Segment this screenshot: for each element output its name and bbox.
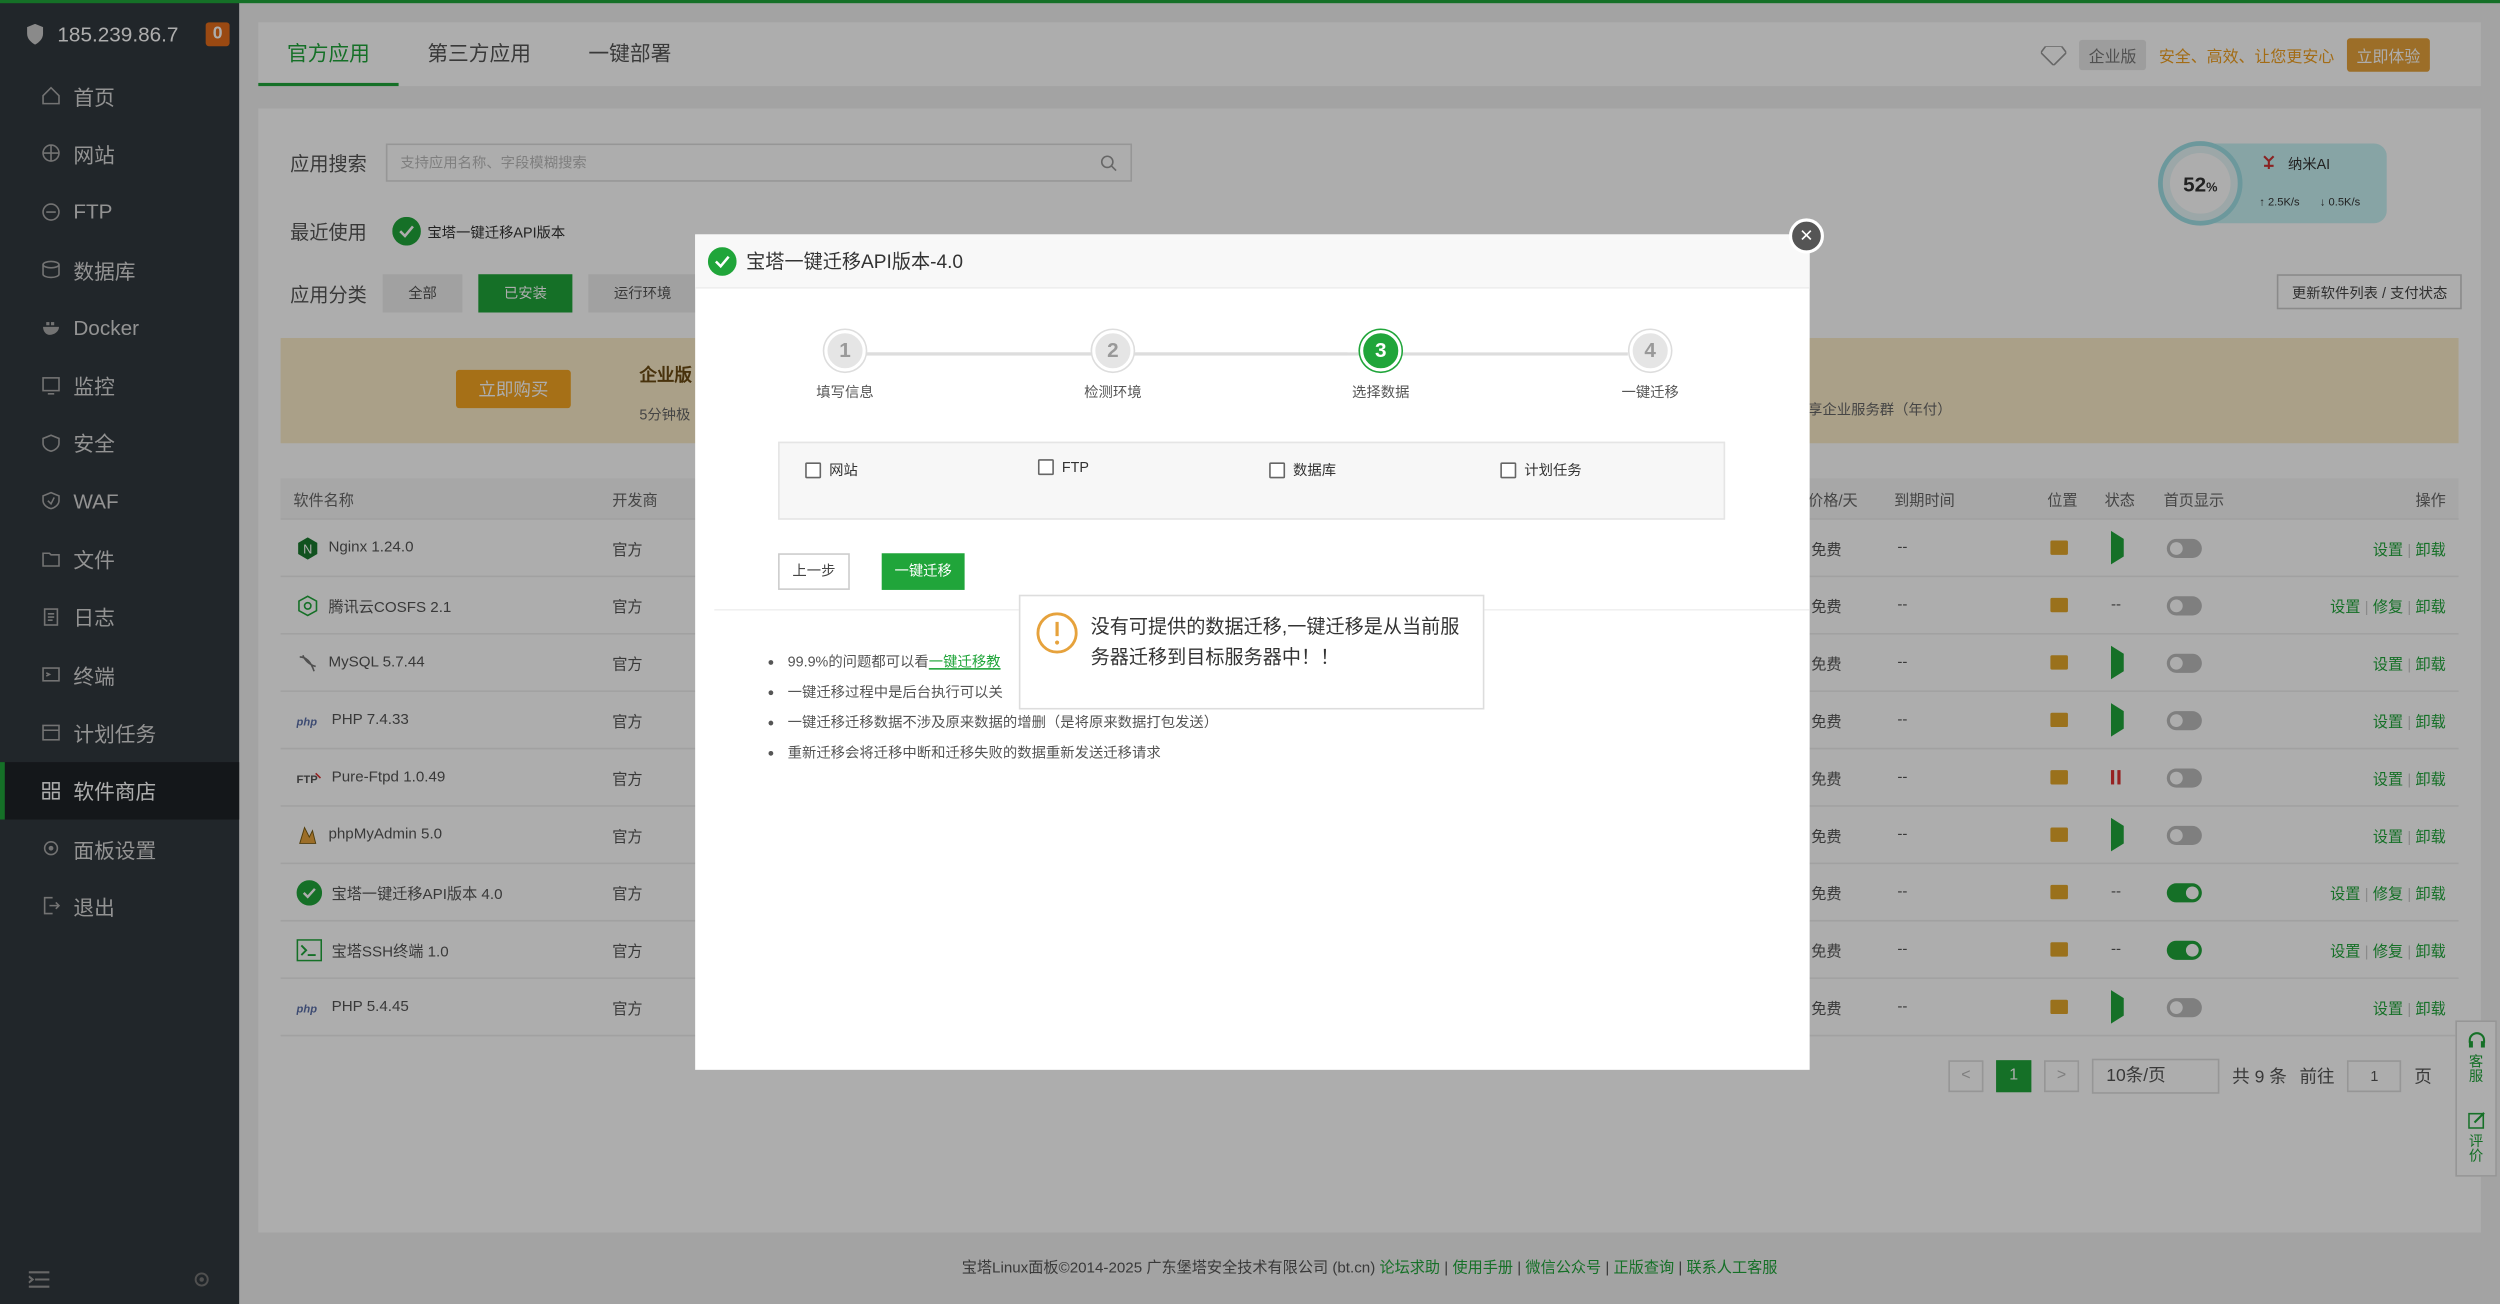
step-indicator: 1 填写信息 2 检测环境 3 选择数据 4 一键迁移 xyxy=(791,330,1679,426)
step-3: 3 选择数据 xyxy=(1317,330,1445,402)
app-root: 185.239.86.7 0 首页 网站 FTP 数据库 Docker 监控 安全 WAF 文件… xyxy=(0,0,2500,1304)
step-4: 4 一键迁移 xyxy=(1586,330,1714,402)
checkbox-ftp-label: FTP xyxy=(1061,459,1089,476)
step-1: 1 填写信息 xyxy=(781,330,909,402)
checkbox-database-label: 数据库 xyxy=(1293,462,1337,479)
data-selection-box: 网站 FTP 数据库 计划任务 xyxy=(778,441,1726,520)
warning-icon xyxy=(1036,612,1078,654)
checkbox-ftp[interactable]: FTP xyxy=(1037,459,1089,476)
warning-tooltip: 没有可提供的数据迁移,一键迁移是从当前服务器迁移到目标服务器中！！ xyxy=(1018,594,1485,710)
close-icon[interactable]: × xyxy=(1788,218,1824,254)
check-circle-icon xyxy=(707,246,737,276)
step-2: 2 检测环境 xyxy=(1049,330,1177,402)
checkbox-database[interactable]: 数据库 xyxy=(1269,459,1336,480)
step-4-label: 一键迁移 xyxy=(1621,384,1679,401)
checkbox-website-label: 网站 xyxy=(829,462,858,479)
note-item: 重新迁移会将迁移中断和迁移失败的数据重新发送迁移请求 xyxy=(788,743,1219,764)
dialog-buttons: 上一步 一键迁移 xyxy=(778,553,965,590)
prev-step-button[interactable]: 上一步 xyxy=(778,553,850,590)
checkbox-cron[interactable]: 计划任务 xyxy=(1500,459,1582,480)
migrate-button[interactable]: 一键迁移 xyxy=(881,553,965,590)
step-2-circle: 2 xyxy=(1092,330,1134,372)
checkbox-cron-label: 计划任务 xyxy=(1524,462,1582,479)
dialog-header: 宝塔一键迁移API版本-4.0 xyxy=(695,234,1810,289)
dialog-title: 宝塔一键迁移API版本-4.0 xyxy=(746,250,964,273)
step-line xyxy=(846,352,1628,356)
checkbox-website[interactable]: 网站 xyxy=(805,459,858,480)
step-1-label: 填写信息 xyxy=(816,384,874,401)
step-3-label: 选择数据 xyxy=(1352,384,1410,401)
step-3-circle: 3 xyxy=(1360,330,1402,372)
step-4-circle: 4 xyxy=(1629,330,1671,372)
warning-text: 没有可提供的数据迁移,一键迁移是从当前服务器迁移到目标服务器中！！ xyxy=(1090,615,1460,669)
note-item: 一键迁移迁移数据不涉及原来数据的增删（是将原来数据打包发送） xyxy=(788,713,1219,734)
tutorial-link[interactable]: 一键迁移教 xyxy=(929,654,1001,670)
step-1-circle: 1 xyxy=(824,330,866,372)
step-2-label: 检测环境 xyxy=(1084,384,1142,401)
